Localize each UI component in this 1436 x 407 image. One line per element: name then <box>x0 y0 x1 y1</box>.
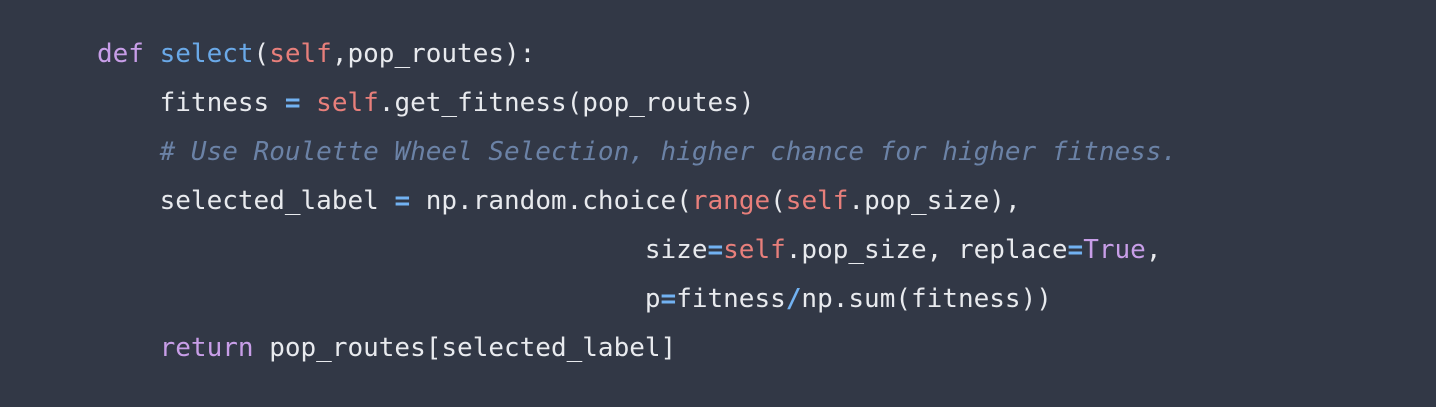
code-token-text: p <box>644 284 661 314</box>
code-token-text: size <box>644 235 708 265</box>
code-line: return pop_routes[selected_label] <box>97 324 1436 373</box>
code-token-text: pop_routes[selected_label] <box>253 333 677 363</box>
code-line: selected_label = np.random.choice(range(… <box>97 177 1436 226</box>
code-token-operator: = <box>660 284 677 314</box>
code-token-self: self <box>316 88 379 118</box>
code-line: size=self.pop_size, replace=True, <box>97 226 1436 275</box>
code-token-text: , <box>1145 235 1162 265</box>
code-token-keyword: def <box>97 39 144 69</box>
code-token-operator: = <box>284 88 301 118</box>
code-token-const: True <box>1083 235 1146 265</box>
code-token-function: select <box>159 39 254 69</box>
code-token-operator: / <box>785 284 802 314</box>
code-line: # Use Roulette Wheel Selection, higher c… <box>97 128 1436 177</box>
code-token-operator: = <box>1067 235 1084 265</box>
code-token-comment: # Use Roulette Wheel Selection, higher c… <box>159 137 1178 167</box>
code-token-text: .pop_size), <box>848 186 1021 216</box>
code-token-self: self <box>269 39 332 69</box>
code-token-operator: = <box>707 235 724 265</box>
code-token-text: fitness <box>159 88 285 118</box>
code-token-text: .get_fitness(pop_routes) <box>378 88 755 118</box>
code-token-text: np.random.choice( <box>410 186 692 216</box>
code-token-text: fitness <box>676 284 786 314</box>
code-token-text: selected_label <box>159 186 395 216</box>
code-line: p=fitness/np.sum(fitness)) <box>97 275 1436 324</box>
code-block: def select(self,pop_routes): fitness = s… <box>0 0 1436 407</box>
code-token-text: .pop_size, replace <box>785 235 1068 265</box>
code-token-self: self <box>723 235 786 265</box>
code-token-text: np.sum(fitness)) <box>801 284 1052 314</box>
code-token-keyword: return <box>159 333 254 363</box>
code-token-builtin: range <box>691 186 771 216</box>
code-line: fitness = self.get_fitness(pop_routes) <box>97 79 1436 128</box>
code-token-self: self <box>785 186 849 216</box>
code-token-text: ( <box>253 39 270 69</box>
code-token-text: ,pop_routes): <box>331 39 536 69</box>
code-token-text: ( <box>770 186 786 216</box>
code-token-operator: = <box>394 186 411 216</box>
code-line: def select(self,pop_routes): <box>97 30 1436 79</box>
